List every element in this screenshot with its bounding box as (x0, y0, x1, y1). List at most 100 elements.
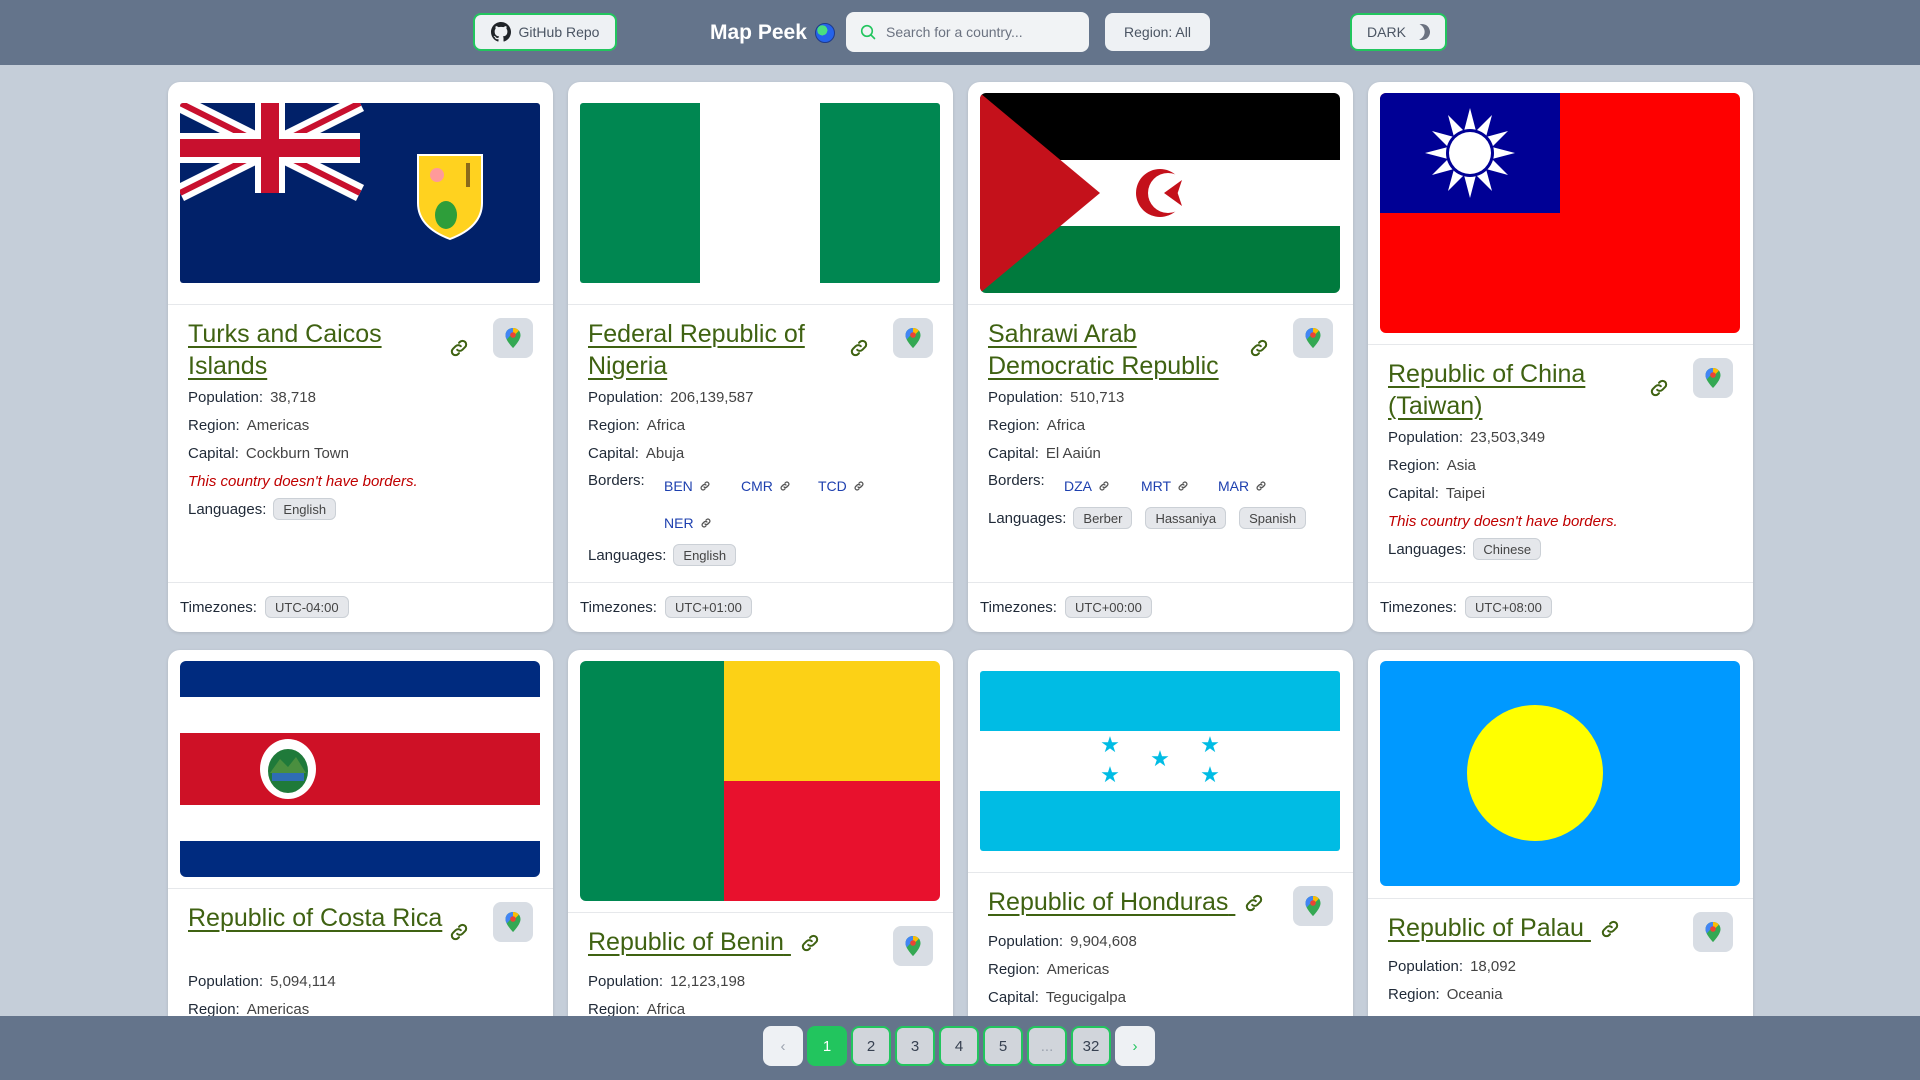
border-code: DZA (1064, 477, 1092, 494)
card-divider (568, 304, 953, 305)
flag-image (580, 661, 940, 901)
country-card: Sahrawi Arab Democratic Republic Populat… (968, 82, 1353, 632)
language-chip: English (673, 544, 737, 566)
prev-page-button[interactable]: ‹ (763, 1026, 803, 1066)
link-icon[interactable] (448, 921, 470, 943)
country-name-link[interactable]: Turks and Caicos Islands (188, 318, 443, 382)
capital-label: Capital: (588, 444, 639, 462)
country-name: Republic of Palau (1388, 914, 1584, 942)
next-page-button[interactable]: › (1115, 1026, 1155, 1066)
timezones-label: Timezones: (1380, 598, 1457, 616)
card-divider (168, 304, 553, 305)
country-name-link[interactable]: Republic of Costa Rica (188, 902, 443, 934)
page-button-2[interactable]: 2 (851, 1026, 891, 1066)
card-divider (1368, 898, 1753, 899)
search-box[interactable] (846, 12, 1089, 52)
capital-label: Capital: (1388, 484, 1439, 502)
timezone-chip: UTC+08:00 (1464, 596, 1552, 618)
flag-image (1380, 93, 1740, 333)
border-link[interactable]: TCD (818, 467, 895, 504)
region-label: Region: (188, 1000, 240, 1018)
timezone-chip: UTC+01:00 (664, 596, 752, 618)
open-map-button[interactable] (1293, 886, 1333, 926)
timezone-chip: UTC-04:00 (264, 596, 349, 618)
population-label: Population: (988, 388, 1064, 406)
languages-label: Languages: (588, 546, 667, 564)
population-label: Population: (588, 972, 664, 990)
page-ellipsis: ... (1027, 1026, 1067, 1066)
population-value: 12,123,198 (670, 972, 746, 990)
page-button-4[interactable]: 4 (939, 1026, 979, 1066)
open-map-button[interactable] (893, 926, 933, 966)
flag-image (1380, 661, 1740, 886)
capital-value: Cockburn Town (245, 444, 349, 462)
region-label: Region: (1388, 985, 1440, 1003)
link-icon[interactable] (448, 337, 470, 359)
no-borders-message: This country doesn't have borders. (188, 472, 418, 490)
card-divider (968, 304, 1353, 305)
link-icon[interactable] (799, 932, 821, 954)
link-icon (700, 481, 710, 490)
region-filter-label: Region: All (1124, 24, 1191, 40)
country-name-link[interactable]: Republic of Honduras (988, 886, 1288, 918)
country-name-link[interactable]: Sahrawi Arab Democratic Republic (988, 318, 1243, 382)
region-label: Region: (588, 416, 640, 434)
open-map-button[interactable] (493, 318, 533, 358)
language-chip: Berber (1073, 507, 1133, 529)
search-input[interactable] (886, 24, 1076, 40)
page-button-5[interactable]: 5 (983, 1026, 1023, 1066)
country-name-link[interactable]: Federal Republic of Nigeria (588, 318, 843, 382)
timezones-label: Timezones: (980, 598, 1057, 616)
open-map-button[interactable] (1693, 912, 1733, 952)
open-map-button[interactable] (893, 318, 933, 358)
brand-title: Map Peek (710, 21, 807, 44)
region-label: Region: (188, 416, 240, 434)
border-link[interactable]: DZA (1064, 467, 1141, 504)
border-code: CMR (741, 477, 773, 494)
country-name: Republic of Benin (588, 928, 784, 956)
country-name-link[interactable]: Republic of China (Taiwan) (1388, 358, 1643, 422)
page-button-32[interactable]: 32 (1071, 1026, 1111, 1066)
border-link[interactable]: MRT (1141, 467, 1218, 504)
card-divider (168, 888, 553, 889)
border-link[interactable]: MAR (1218, 467, 1295, 504)
theme-toggle-button[interactable]: DARK (1350, 13, 1447, 51)
borders-label: Borders: (988, 472, 1045, 489)
open-map-button[interactable] (493, 902, 533, 942)
country-name-link[interactable]: Republic of Palau (1388, 912, 1688, 944)
country-name: Turks and Caicos Islands (188, 320, 382, 380)
link-icon (854, 481, 864, 490)
link-icon[interactable] (1243, 892, 1265, 914)
page-button-1[interactable]: 1 (807, 1026, 847, 1066)
link-icon[interactable] (1599, 918, 1621, 940)
country-name-link[interactable]: Republic of Benin (588, 926, 868, 958)
open-map-button[interactable] (1293, 318, 1333, 358)
languages-label: Languages: (988, 509, 1067, 527)
border-code: BEN (664, 477, 693, 494)
map-pin-icon (905, 328, 921, 348)
timezones-row: Timezones: UTC+01:00 (568, 582, 953, 632)
map-pin-icon (505, 912, 521, 932)
link-icon[interactable] (848, 337, 870, 359)
pagination-bar: ‹ 1 2 3 4 5 ... 32 › (0, 1016, 1920, 1080)
github-repo-button[interactable]: GitHub Repo (473, 13, 617, 51)
top-bar: GitHub Repo Map Peek Region: All DARK (0, 0, 1920, 65)
region-filter-button[interactable]: Region: All (1105, 13, 1210, 51)
link-icon[interactable] (1248, 337, 1270, 359)
capital-label: Capital: (988, 988, 1039, 1006)
border-link[interactable]: NER (664, 504, 741, 541)
map-pin-icon (1705, 368, 1721, 388)
region-value: Africa (1046, 416, 1086, 434)
card-divider (968, 872, 1353, 873)
flag-image (180, 103, 540, 283)
search-icon (860, 24, 876, 40)
border-link[interactable]: BEN (664, 467, 741, 504)
country-card: Turks and Caicos Islands Population: 38,7… (168, 82, 553, 632)
no-borders-message: This country doesn't have borders. (1388, 512, 1618, 530)
open-map-button[interactable] (1693, 358, 1733, 398)
link-icon[interactable] (1648, 377, 1670, 399)
border-link[interactable]: CMR (741, 467, 818, 504)
population-value: 38,718 (270, 388, 316, 406)
page-button-3[interactable]: 3 (895, 1026, 935, 1066)
languages-label: Languages: (1388, 540, 1467, 558)
